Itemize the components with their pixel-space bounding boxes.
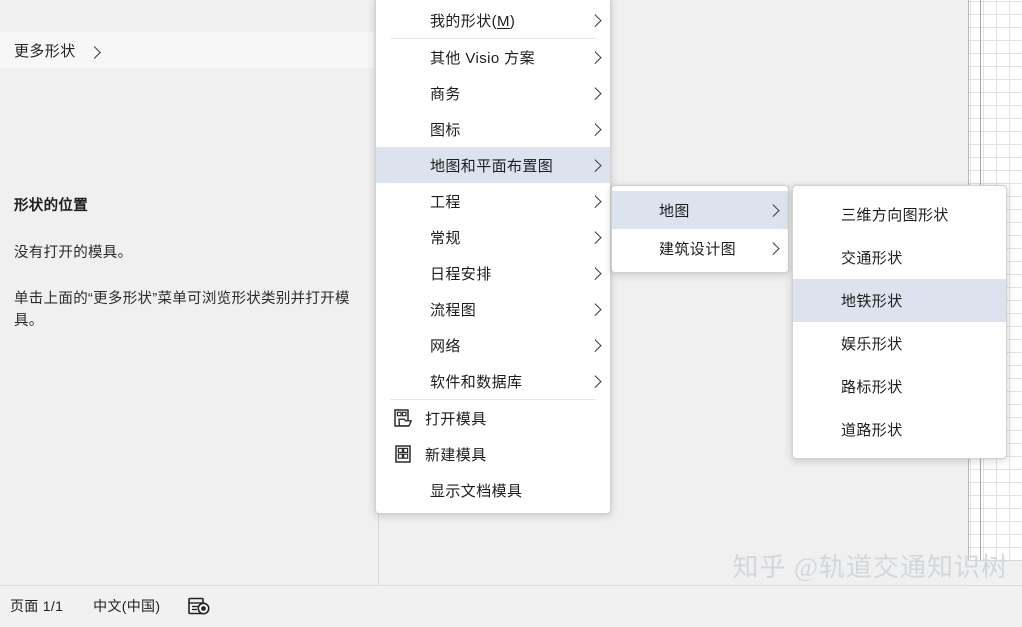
menu-item-显示文档模具[interactable]: 显示文档模具 [376, 472, 610, 508]
menu-item-常规[interactable]: 常规 [376, 219, 610, 255]
menu-item-我的形状-M[interactable]: 我的形状(M) [376, 2, 610, 38]
shapes-panel-text-no-stencil: 没有打开的模具。 [14, 245, 133, 261]
menu-item-label: 网络 [430, 337, 461, 355]
submenu-chevron-right-icon [584, 230, 610, 244]
submenu-chevron-right-icon [584, 338, 610, 352]
menu-item-娱乐形状[interactable]: 娱乐形状 [793, 322, 1006, 365]
menu-item-label: 软件和数据库 [430, 373, 523, 391]
menu-item-label: 地图和平面布置图 [430, 157, 554, 175]
menu-item-其他-Visio-方案[interactable]: 其他 Visio 方案 [376, 39, 610, 75]
menu-item-label: 日程安排 [430, 265, 492, 283]
menu-item-道路形状[interactable]: 道路形状 [793, 408, 1006, 451]
menu-item-软件和数据库[interactable]: 软件和数据库 [376, 363, 610, 399]
menu-item-图标[interactable]: 图标 [376, 111, 610, 147]
shapes-panel-text-hint: 单击上面的“更多形状”菜单可浏览形状类别并打开模具。 [14, 291, 350, 330]
open-stencil-icon [391, 408, 415, 428]
menu-item-打开模具[interactable]: 打开模具 [376, 400, 610, 436]
submenu-chevron-right-icon [584, 374, 610, 388]
watermark: 知乎 @轨道交通知识树 [732, 553, 1008, 582]
chevron-right-icon [87, 44, 103, 59]
menu-item-label: 交通形状 [841, 250, 903, 267]
menu-item-label: 工程 [430, 193, 461, 211]
accelerator-key: M [497, 12, 510, 30]
submenu-chevron-right-icon [584, 13, 610, 27]
status-page-indicator[interactable]: 页面 1/1 [10, 596, 63, 616]
menu-item-路标形状[interactable]: 路标形状 [793, 365, 1006, 408]
submenu-chevron-right-icon [584, 266, 610, 280]
status-bar: 页面 1/1 中文(中国) [0, 585, 1022, 626]
menu-item-流程图[interactable]: 流程图 [376, 291, 610, 327]
menu-item-label: 地图 [659, 202, 690, 220]
menu-item-工程[interactable]: 工程 [376, 183, 610, 219]
menu-item-地图[interactable]: 地图 [612, 191, 788, 229]
menu-item-label: 三维方向图形状 [841, 207, 949, 224]
menu-item-label: 商务 [430, 85, 461, 103]
submenu-chevron-right-icon [584, 50, 610, 64]
submenu-chevron-right-icon [762, 203, 788, 217]
menu-item-label: 地铁形状 [841, 293, 903, 310]
menu-item-交通形状[interactable]: 交通形状 [793, 236, 1006, 279]
submenu-chevron-right-icon [584, 86, 610, 100]
menu-item-label: 图标 [430, 121, 461, 139]
menu-item-label: 打开模具 [425, 410, 487, 428]
menu-item-label: 新建模具 [425, 446, 487, 464]
menu-item-网络[interactable]: 网络 [376, 327, 610, 363]
submenu-chevron-right-icon [762, 241, 788, 255]
maps-submenu[interactable]: 三维方向图形状 交通形状地铁形状娱乐形状路标形状道路形状 [792, 185, 1007, 459]
menu-item-地图和平面布置图[interactable]: 地图和平面布置图 [376, 147, 610, 183]
more-shapes-menu[interactable]: 我的形状(M) 其他 Visio 方案 商务图标地图和平面布置图 工程常规日程安排流程… [375, 0, 611, 514]
menu-item-label: 娱乐形状 [841, 336, 903, 353]
menu-item-label: 道路形状 [841, 422, 903, 439]
menu-item-label: 流程图 [430, 301, 477, 319]
more-shapes-label: 更多形状 [14, 42, 76, 60]
menu-item-label: 显示文档模具 [430, 482, 523, 500]
maps-and-floorplans-submenu[interactable]: 地图 建筑设计图 [611, 185, 789, 273]
menu-item-地铁形状[interactable]: 地铁形状 [793, 279, 1006, 322]
more-shapes-button[interactable]: 更多形状 [0, 32, 374, 68]
menu-item-label: 建筑设计图 [659, 240, 737, 258]
menu-item-label: 路标形状 [841, 379, 903, 396]
submenu-chevron-right-icon [584, 122, 610, 136]
menu-item-日程安排[interactable]: 日程安排 [376, 255, 610, 291]
menu-item-label: 我的形状(M) [430, 12, 516, 30]
menu-item-商务[interactable]: 商务 [376, 75, 610, 111]
status-language-indicator[interactable]: 中文(中国) [93, 596, 160, 616]
menu-item-三维方向图形状[interactable]: 三维方向图形状 [793, 193, 1006, 236]
menu-item-建筑设计图[interactable]: 建筑设计图 [612, 229, 788, 267]
submenu-chevron-right-icon [584, 158, 610, 172]
menu-item-label: 常规 [430, 229, 461, 247]
shapes-panel: 更多形状 形状的位置 没有打开的模具。 单击上面的“更多形状”菜单可浏览形状类别… [0, 0, 379, 586]
shapes-panel-heading: 形状的位置 [14, 198, 88, 214]
shapes-panel-body: 形状的位置 没有打开的模具。 单击上面的“更多形状”菜单可浏览形状类别并打开模具… [0, 76, 374, 333]
macro-recorder-icon[interactable] [188, 597, 210, 616]
submenu-chevron-right-icon [584, 302, 610, 316]
menu-item-新建模具[interactable]: 新建模具 [376, 436, 610, 472]
menu-item-label: 其他 Visio 方案 [430, 49, 535, 67]
new-stencil-icon [391, 444, 415, 464]
submenu-chevron-right-icon [584, 194, 610, 208]
